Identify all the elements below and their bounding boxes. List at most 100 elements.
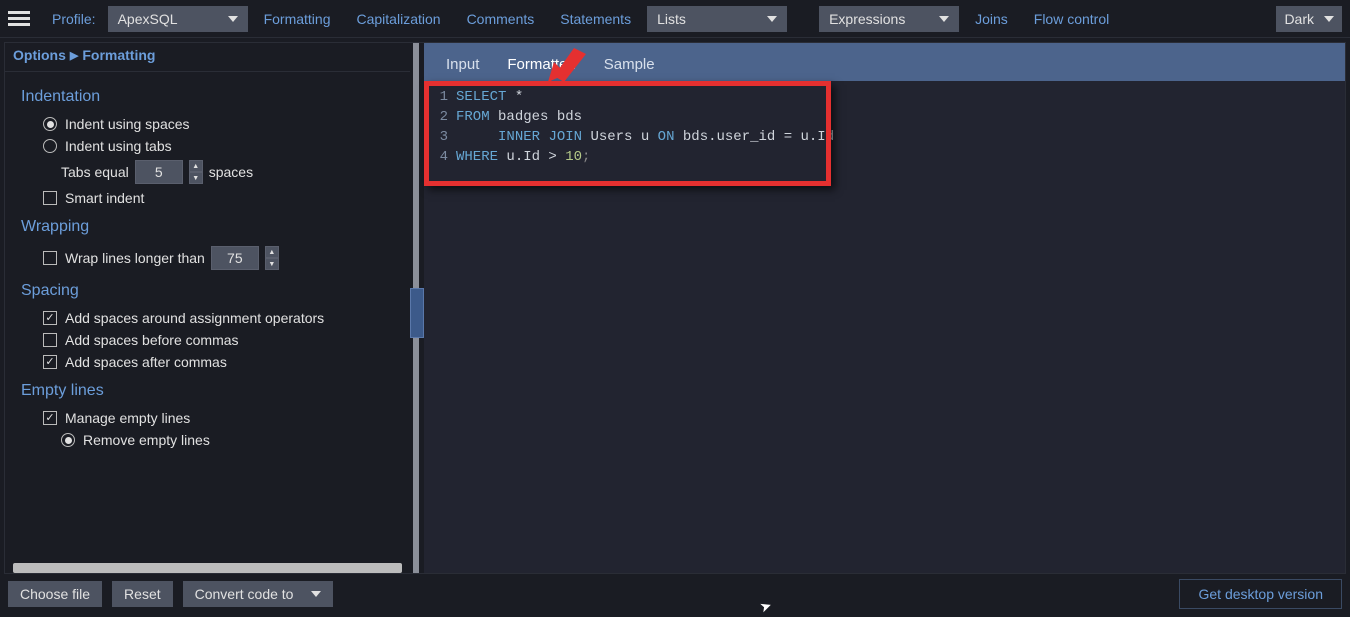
opt-tabs-equal: Tabs equal 5 ▲▼ spaces bbox=[61, 160, 394, 184]
stepper-down-icon[interactable]: ▼ bbox=[189, 172, 203, 184]
chevron-down-icon bbox=[939, 16, 949, 22]
panel-splitter[interactable] bbox=[410, 43, 424, 573]
line-number: 4 bbox=[430, 147, 448, 167]
radio-icon bbox=[61, 433, 75, 447]
chevron-down-icon bbox=[311, 591, 321, 597]
lists-dropdown[interactable]: Lists bbox=[647, 6, 787, 32]
code-text: bds.user_id = u.Id bbox=[674, 129, 834, 145]
expressions-label: Expressions bbox=[829, 11, 905, 27]
section-indentation: Indentation bbox=[21, 88, 394, 106]
keyword: JOIN bbox=[548, 129, 582, 145]
expressions-dropdown[interactable]: Expressions bbox=[819, 6, 959, 32]
choose-file-button[interactable]: Choose file bbox=[8, 581, 102, 607]
lists-label: Lists bbox=[657, 11, 686, 27]
checkbox-icon bbox=[43, 191, 57, 205]
profile-dropdown[interactable]: ApexSQL bbox=[108, 6, 248, 32]
options-panel: Options ▶ Formatting Indentation Indent … bbox=[5, 43, 410, 573]
section-empty-lines: Empty lines bbox=[21, 382, 394, 400]
tabs-equal-post: spaces bbox=[209, 164, 253, 180]
profile-value: ApexSQL bbox=[118, 11, 178, 27]
opt-wrap-lines[interactable]: Wrap lines longer than 75 ▲▼ bbox=[43, 246, 394, 270]
breadcrumb: Options ▶ Formatting bbox=[5, 43, 410, 72]
opt-manage-empty[interactable]: Manage empty lines bbox=[43, 410, 394, 426]
menu-icon[interactable] bbox=[8, 8, 30, 30]
wrap-lines-label: Wrap lines longer than bbox=[65, 250, 205, 266]
splitter-handle-icon[interactable] bbox=[410, 288, 424, 338]
space-after-commas-label: Add spaces after commas bbox=[65, 354, 227, 370]
opt-space-before-commas[interactable]: Add spaces before commas bbox=[43, 332, 394, 348]
keyword: SELECT bbox=[456, 89, 506, 105]
nav-formatting[interactable]: Formatting bbox=[254, 7, 341, 31]
checkbox-icon bbox=[43, 251, 57, 265]
stepper-up-icon[interactable]: ▲ bbox=[189, 160, 203, 172]
convert-code-dropdown[interactable]: Convert code to bbox=[183, 581, 334, 607]
nav-comments[interactable]: Comments bbox=[457, 7, 545, 31]
top-toolbar: Profile: ApexSQL Formatting Capitalizati… bbox=[0, 0, 1350, 38]
chevron-down-icon bbox=[767, 16, 777, 22]
wrap-lines-input[interactable]: 75 bbox=[211, 246, 259, 270]
main-area: Options ▶ Formatting Indentation Indent … bbox=[4, 42, 1346, 574]
convert-code-label: Convert code to bbox=[195, 586, 294, 602]
checkbox-icon bbox=[43, 355, 57, 369]
editor-tabs: Input Formatted Sample bbox=[424, 43, 1345, 81]
section-wrapping: Wrapping bbox=[21, 218, 394, 236]
get-desktop-button[interactable]: Get desktop version bbox=[1179, 579, 1342, 609]
keyword: FROM bbox=[456, 109, 490, 125]
tabs-equal-stepper[interactable]: ▲▼ bbox=[189, 160, 203, 184]
breadcrumb-root[interactable]: Options bbox=[13, 47, 66, 63]
bottom-bar: Choose file Reset Convert code to Get de… bbox=[0, 578, 1350, 610]
checkbox-icon bbox=[43, 411, 57, 425]
horizontal-scrollbar[interactable] bbox=[13, 563, 402, 573]
code-text: u.Id > bbox=[498, 149, 565, 165]
nav-flow-control[interactable]: Flow control bbox=[1024, 7, 1119, 31]
tab-sample[interactable]: Sample bbox=[590, 48, 669, 81]
opt-space-after-commas[interactable]: Add spaces after commas bbox=[43, 354, 394, 370]
theme-dropdown[interactable]: Dark bbox=[1276, 6, 1342, 32]
opt-indent-tabs[interactable]: Indent using tabs bbox=[43, 138, 394, 154]
manage-empty-label: Manage empty lines bbox=[65, 410, 190, 426]
code-punct: ; bbox=[582, 149, 590, 165]
section-spacing: Spacing bbox=[21, 282, 394, 300]
checkbox-icon bbox=[43, 333, 57, 347]
keyword: WHERE bbox=[456, 149, 498, 165]
code-pad bbox=[456, 129, 498, 145]
line-number: 1 bbox=[430, 87, 448, 107]
tab-formatted[interactable]: Formatted bbox=[493, 48, 589, 81]
keyword: INNER bbox=[498, 129, 540, 145]
profile-label: Profile: bbox=[42, 7, 102, 31]
breadcrumb-separator-icon: ▶ bbox=[70, 49, 78, 62]
opt-remove-empty[interactable]: Remove empty lines bbox=[61, 432, 394, 448]
code-content: 1SELECT * 2FROM badges bds 3 INNER JOIN … bbox=[424, 81, 844, 179]
reset-button[interactable]: Reset bbox=[112, 581, 173, 607]
options-scroll[interactable]: Indentation Indent using spaces Indent u… bbox=[5, 72, 410, 561]
breadcrumb-leaf: Formatting bbox=[82, 47, 155, 63]
wrap-lines-stepper[interactable]: ▲▼ bbox=[265, 246, 279, 270]
radio-icon bbox=[43, 117, 57, 131]
code-text: badges bds bbox=[490, 109, 582, 125]
opt-indent-tabs-label: Indent using tabs bbox=[65, 138, 172, 154]
checkbox-icon bbox=[43, 311, 57, 325]
keyword: ON bbox=[658, 129, 675, 145]
chevron-down-icon bbox=[1324, 16, 1334, 22]
smart-indent-label: Smart indent bbox=[65, 190, 144, 206]
theme-value: Dark bbox=[1284, 11, 1314, 27]
stepper-down-icon[interactable]: ▼ bbox=[265, 258, 279, 270]
line-number: 2 bbox=[430, 107, 448, 127]
opt-smart-indent[interactable]: Smart indent bbox=[43, 190, 394, 206]
opt-space-assign[interactable]: Add spaces around assignment operators bbox=[43, 310, 394, 326]
opt-indent-spaces-label: Indent using spaces bbox=[65, 116, 190, 132]
tabs-equal-input[interactable]: 5 bbox=[135, 160, 183, 184]
nav-joins[interactable]: Joins bbox=[965, 7, 1018, 31]
stepper-up-icon[interactable]: ▲ bbox=[265, 246, 279, 258]
space-before-commas-label: Add spaces before commas bbox=[65, 332, 239, 348]
line-number: 3 bbox=[430, 127, 448, 147]
nav-capitalization[interactable]: Capitalization bbox=[347, 7, 451, 31]
tab-input[interactable]: Input bbox=[432, 48, 493, 81]
code-number: 10 bbox=[565, 149, 582, 165]
code-text: * bbox=[506, 89, 523, 105]
nav-statements[interactable]: Statements bbox=[550, 7, 641, 31]
code-editor[interactable]: 1SELECT * 2FROM badges bds 3 INNER JOIN … bbox=[424, 81, 1345, 573]
tabs-equal-pre: Tabs equal bbox=[61, 164, 129, 180]
radio-icon bbox=[43, 139, 57, 153]
opt-indent-spaces[interactable]: Indent using spaces bbox=[43, 116, 394, 132]
